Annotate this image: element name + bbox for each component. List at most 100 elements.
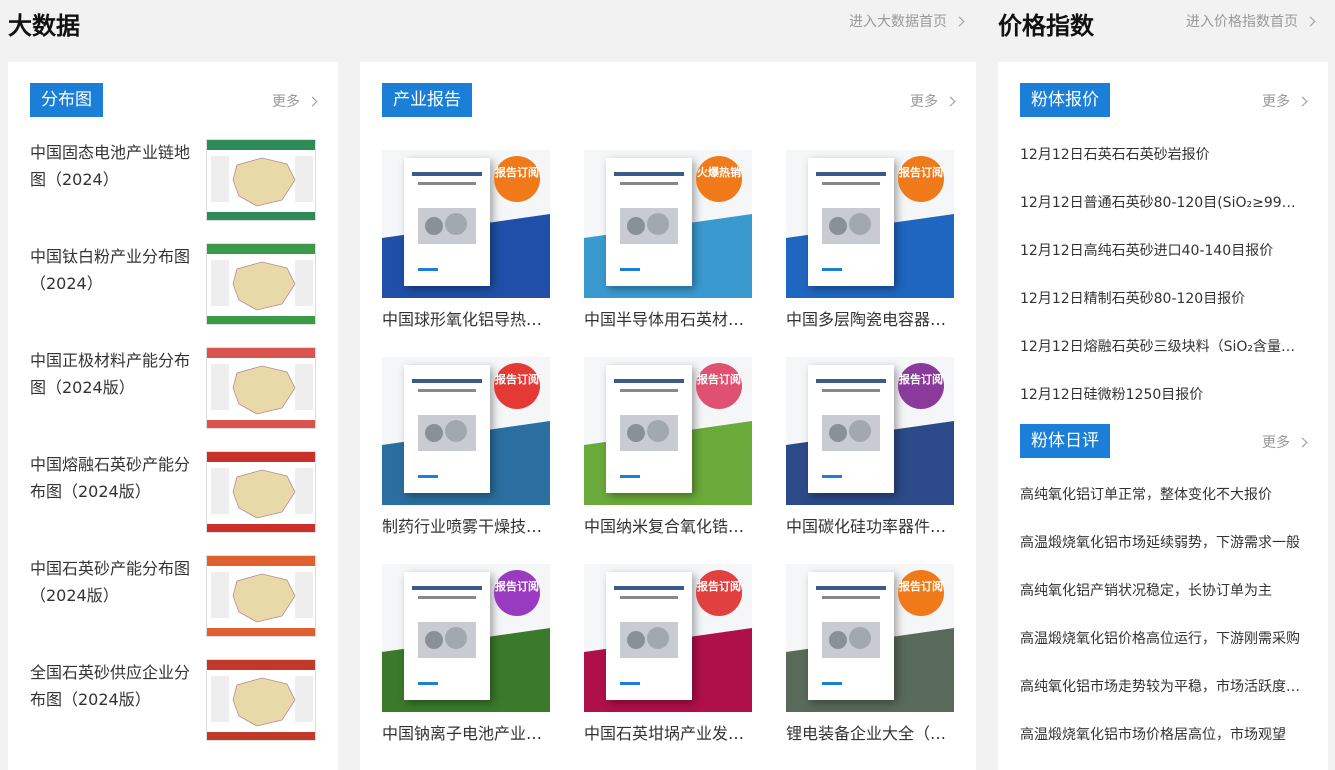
report-title[interactable]: 中国半导体用石英材料市场研究分析报告	[584, 306, 752, 330]
report-cover-image[interactable]: 报告订阅	[382, 564, 550, 712]
powder-quote-item[interactable]: 12月12日高纯石英砂进口40-140目报价	[1020, 240, 1306, 260]
report-card[interactable]: 报告订阅中国石英坩埚产业发展研究报告	[584, 564, 752, 744]
price-panel: 粉体报价 更多 12月12日石英石石英砂岩报价 12月12日普通石英砂80-120…	[998, 62, 1328, 770]
report-book	[404, 365, 490, 493]
report-cover-image[interactable]: 报告订阅	[786, 150, 954, 298]
distribution-map-title[interactable]: 中国钛白粉产业分布图（2024）	[30, 243, 190, 297]
report-book	[404, 158, 490, 286]
report-title[interactable]: 中国纳米复合氧化锆产业发展研究报告	[584, 513, 752, 537]
powder-quote-item[interactable]: 12月12日石英石石英砂岩报价	[1020, 144, 1306, 164]
distribution-more-link[interactable]: 更多	[272, 91, 318, 111]
powder-quotes-more-link[interactable]: 更多	[1262, 91, 1308, 111]
price-index-home-link[interactable]: 进入价格指数首页	[1186, 11, 1316, 31]
distribution-map-title[interactable]: 全国石英砂供应企业分布图（2024版）	[30, 659, 190, 713]
distribution-map-item[interactable]: 中国固态电池产业链地图（2024）	[30, 139, 316, 221]
distribution-map-thumbnail[interactable]	[206, 347, 316, 429]
distribution-map-title[interactable]: 中国固态电池产业链地图（2024）	[30, 139, 190, 193]
report-cover-image[interactable]: 报告订阅	[786, 357, 954, 505]
report-title[interactable]: 中国多层陶瓷电容器产业发展研究报告	[786, 306, 954, 330]
report-card[interactable]: 报告订阅中国纳米复合氧化锆产业发展研究报告	[584, 357, 752, 537]
chevron-right-icon	[307, 96, 318, 107]
distribution-map-thumbnail[interactable]	[206, 555, 316, 637]
distribution-map-title[interactable]: 中国石英砂产能分布图（2024版）	[30, 555, 190, 609]
distribution-map-title[interactable]: 中国熔融石英砂产能分布图（2024版）	[30, 451, 190, 505]
chevron-right-icon	[1297, 437, 1308, 448]
reports-tag[interactable]: 产业报告	[382, 83, 472, 117]
report-title[interactable]: 中国球形氧化铝导热材料市场研究报告	[382, 306, 550, 330]
report-cover-image[interactable]: 报告订阅	[584, 564, 752, 712]
powder-daily-item[interactable]: 高温煅烧氧化铝市场延续弱势，下游需求一般	[1020, 532, 1306, 552]
more-label: 更多	[910, 94, 938, 110]
bigdata-title: 大数据	[8, 12, 80, 40]
bigdata-home-link-label: 进入大数据首页	[849, 14, 947, 30]
report-book	[606, 158, 692, 286]
distribution-map-title[interactable]: 中国正极材料产能分布图（2024版）	[30, 347, 190, 401]
report-card[interactable]: 报告订阅中国碳化硅功率器件市场研究报告	[786, 357, 954, 537]
more-label: 更多	[1262, 435, 1290, 451]
powder-daily-more-link[interactable]: 更多	[1262, 432, 1308, 452]
report-badge: 报告订阅	[898, 570, 944, 616]
report-title[interactable]: 制药行业喷雾干燥技术及应用研究报告	[382, 513, 550, 537]
powder-quote-item[interactable]: 12月12日普通石英砂80-120目(SiO₂≥99%)报价	[1020, 192, 1306, 212]
report-badge: 报告订阅	[494, 570, 540, 616]
report-badge: 报告订阅	[696, 570, 742, 616]
powder-daily-item[interactable]: 高纯氧化铝订单正常，整体变化不大报价	[1020, 484, 1306, 504]
powder-daily-item[interactable]: 高温煅烧氧化铝市场价格居高位，市场观望	[1020, 724, 1306, 744]
distribution-map-thumbnail[interactable]	[206, 659, 316, 741]
price-index-home-link-label: 进入价格指数首页	[1186, 14, 1298, 30]
distribution-map-item[interactable]: 中国正极材料产能分布图（2024版）	[30, 347, 316, 429]
distribution-panel: 分布图 更多 中国固态电池产业链地图（2024） 中国钛白粉产业分布图（2024）…	[8, 62, 338, 770]
report-card[interactable]: 火爆热销中国半导体用石英材料市场研究分析报告	[584, 150, 752, 330]
powder-quote-item[interactable]: 12月12日硅微粉1250目报价	[1020, 384, 1306, 404]
distribution-tag[interactable]: 分布图	[30, 83, 103, 117]
report-title[interactable]: 中国石英坩埚产业发展研究报告	[584, 720, 752, 744]
distribution-map-thumbnail[interactable]	[206, 139, 316, 221]
report-book	[606, 572, 692, 700]
reports-more-link[interactable]: 更多	[910, 91, 956, 111]
reports-panel: 产业报告 更多 报告订阅中国球形氧化铝导热材料市场研究报告火爆热销中国半导体用石…	[360, 62, 976, 770]
report-cover-image[interactable]: 报告订阅	[382, 357, 550, 505]
powder-quotes-header: 粉体报价 更多	[1020, 83, 1308, 117]
price-index-title: 价格指数	[998, 12, 1094, 40]
report-card[interactable]: 报告订阅中国钠离子电池产业发展研究报告	[382, 564, 550, 744]
distribution-map-item[interactable]: 中国石英砂产能分布图（2024版）	[30, 555, 316, 637]
powder-daily-item[interactable]: 高温煅烧氧化铝价格高位运行，下游刚需采购	[1020, 628, 1306, 648]
report-badge: 报告订阅	[696, 363, 742, 409]
distribution-map-item[interactable]: 中国钛白粉产业分布图（2024）	[30, 243, 316, 325]
report-badge: 报告订阅	[898, 363, 944, 409]
report-card[interactable]: 报告订阅中国球形氧化铝导热材料市场研究报告	[382, 150, 550, 330]
report-badge: 报告订阅	[898, 156, 944, 202]
distribution-header: 分布图 更多	[30, 83, 318, 117]
report-card[interactable]: 报告订阅制药行业喷雾干燥技术及应用研究报告	[382, 357, 550, 537]
bigdata-home-link[interactable]: 进入大数据首页	[849, 11, 965, 31]
report-book	[606, 365, 692, 493]
distribution-map-thumbnail[interactable]	[206, 451, 316, 533]
more-label: 更多	[272, 94, 300, 110]
powder-daily-item[interactable]: 高纯氧化铝产销状况稳定，长协订单为主	[1020, 580, 1306, 600]
report-book	[808, 365, 894, 493]
powder-quotes-tag[interactable]: 粉体报价	[1020, 83, 1110, 117]
chevron-right-icon	[945, 96, 956, 107]
powder-quote-item[interactable]: 12月12日熔融石英砂三级块料（SiO₂含量≥99.9%）报价	[1020, 336, 1306, 356]
report-badge: 报告订阅	[494, 363, 540, 409]
report-cover-image[interactable]: 火爆热销	[584, 150, 752, 298]
report-card[interactable]: 报告订阅锂电装备企业大全（2024）	[786, 564, 954, 744]
reports-header: 产业报告 更多	[382, 83, 956, 117]
report-book	[404, 572, 490, 700]
report-title[interactable]: 锂电装备企业大全（2024）	[786, 720, 954, 744]
chevron-right-icon	[954, 16, 965, 27]
report-title[interactable]: 中国碳化硅功率器件市场研究报告	[786, 513, 954, 537]
distribution-map-thumbnail[interactable]	[206, 243, 316, 325]
powder-daily-item[interactable]: 高纯氧化铝市场走势较为平稳，市场活跃度一般	[1020, 676, 1306, 696]
report-card[interactable]: 报告订阅中国多层陶瓷电容器产业发展研究报告	[786, 150, 954, 330]
report-title[interactable]: 中国钠离子电池产业发展研究报告	[382, 720, 550, 744]
report-book	[808, 572, 894, 700]
powder-daily-tag[interactable]: 粉体日评	[1020, 424, 1110, 458]
report-cover-image[interactable]: 报告订阅	[584, 357, 752, 505]
report-badge: 火爆热销	[696, 156, 742, 202]
report-cover-image[interactable]: 报告订阅	[786, 564, 954, 712]
distribution-map-item[interactable]: 中国熔融石英砂产能分布图（2024版）	[30, 451, 316, 533]
distribution-map-item[interactable]: 全国石英砂供应企业分布图（2024版）	[30, 659, 316, 741]
report-cover-image[interactable]: 报告订阅	[382, 150, 550, 298]
powder-quote-item[interactable]: 12月12日精制石英砂80-120目报价	[1020, 288, 1306, 308]
